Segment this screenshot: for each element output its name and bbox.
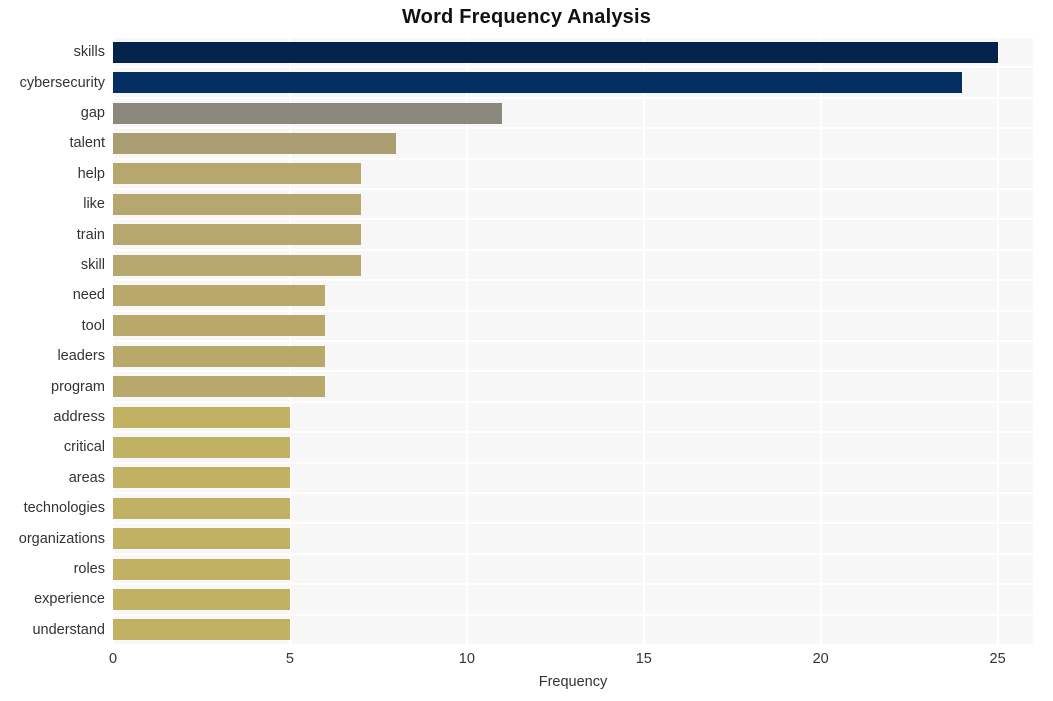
y-axis-tick-label: critical (63, 439, 105, 456)
x-axis-tick-label: 5 (285, 651, 294, 667)
x-axis-tick-label: 10 (458, 651, 475, 667)
x-axis-title: Frequency (538, 674, 608, 690)
y-axis-tick-label: experience (34, 591, 105, 608)
bar (113, 558, 290, 580)
x-axis-tick-labels: 0 5 10 15 20 25 (109, 645, 1033, 669)
y-axis-tick-label: talent (69, 135, 105, 152)
plot-area (112, 36, 1033, 646)
bar (113, 284, 326, 306)
bar (113, 193, 361, 215)
y-axis-tick-label: skill (80, 257, 105, 273)
y-axis-tick-label: tool (81, 317, 105, 334)
bar (113, 497, 290, 519)
bar (113, 72, 963, 94)
bar-series (113, 37, 1033, 645)
bar (113, 467, 290, 489)
y-axis-tick-label: train (76, 226, 105, 243)
y-axis-tick-label: leaders (57, 348, 105, 365)
chart-figure: Word Frequency Analysis skills cybersecur… (0, 0, 1053, 701)
bar (113, 163, 361, 185)
y-axis-tick-label: areas (68, 469, 105, 486)
y-axis-tick-label: address (53, 409, 105, 425)
bar (113, 345, 326, 367)
x-axis-tick-label: 20 (812, 651, 829, 667)
y-axis-tick-label: understand (32, 621, 105, 638)
bar (113, 254, 361, 276)
bar (113, 376, 326, 398)
y-axis-tick-label: gap (80, 105, 105, 121)
bar (113, 528, 290, 550)
bar (113, 224, 361, 246)
y-axis-tick-labels: skills cybersecurity gap talent help like trai… (0, 37, 105, 645)
y-axis-tick-label: program (51, 378, 105, 395)
bar (113, 406, 290, 428)
y-axis-tick-label: help (77, 165, 105, 182)
bar (113, 41, 998, 63)
bar (113, 436, 290, 458)
y-axis-tick-label: like (83, 196, 105, 213)
bar (113, 102, 503, 124)
bar (113, 132, 397, 154)
y-axis-tick-label: skills (73, 44, 105, 61)
bar (113, 619, 290, 641)
y-axis-tick-label: need (72, 287, 105, 304)
y-axis-tick-label: technologies (23, 500, 105, 517)
bar (113, 315, 326, 337)
y-axis-tick-label: roles (73, 561, 105, 577)
x-axis-tick-label: 25 (989, 651, 1006, 667)
bar (113, 588, 290, 610)
y-axis-tick-label: cybersecurity (19, 74, 105, 91)
x-axis-tick-label: 0 (108, 651, 118, 667)
y-axis-tick-label: organizations (18, 530, 105, 547)
chart-title: Word Frequency Analysis (401, 6, 652, 28)
x-axis-tick-label: 15 (635, 651, 652, 667)
